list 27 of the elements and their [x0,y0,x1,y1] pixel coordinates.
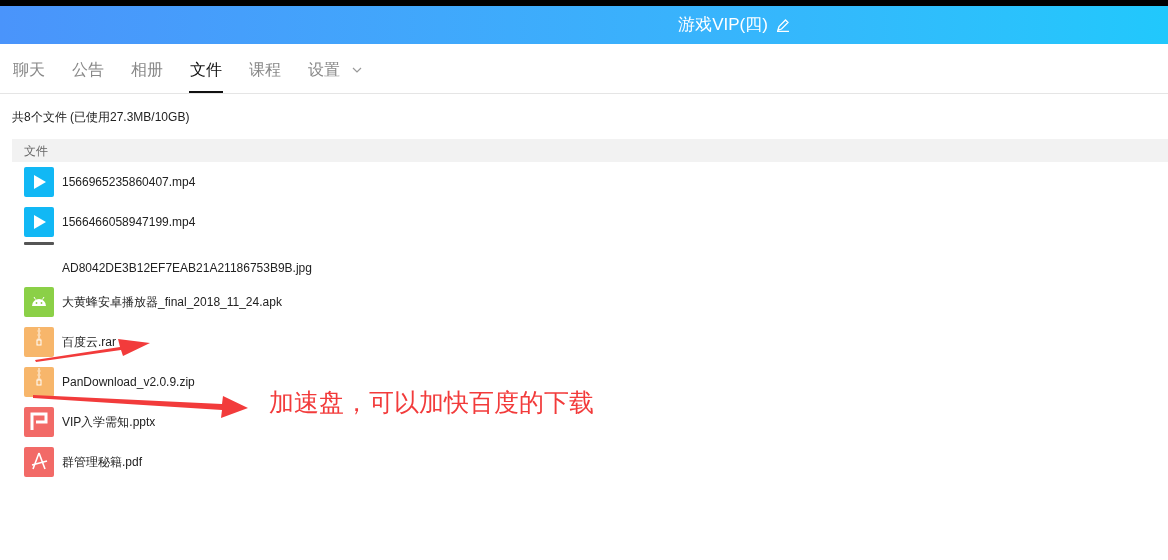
tab[interactable]: 设置 [307,49,363,93]
zip-icon [24,327,54,357]
file-name[interactable]: 大黄蜂安卓播放器_final_2018_11_24.apk [62,293,282,311]
column-header: 文件 [24,142,48,160]
tab[interactable]: 文件 [189,49,223,93]
annotation-text: 加速盘，可以加快百度的下载 [269,387,594,419]
file-summary: 共8个文件 (已使用27.3MB/10GB) [11,109,191,126]
tab[interactable]: 课程 [248,49,282,93]
file-name[interactable]: 群管理秘籍.pdf [62,453,142,471]
android-icon [24,287,54,317]
presentation-icon [24,407,54,437]
tab[interactable]: 公告 [71,49,105,93]
file-name[interactable]: AD8042DE3B12EF7EAB21A21186753B9B.jpg [62,259,312,277]
image-icon [24,242,54,245]
file-name[interactable]: 1566965235860407.mp4 [62,173,196,191]
pdf-icon [24,447,54,477]
file-name[interactable]: PanDownload_v2.0.9.zip [62,373,195,391]
play-icon [24,167,54,197]
play-icon [24,207,54,237]
zip-icon [24,367,54,397]
file-name[interactable]: VIP入学需知.pptx [62,413,156,431]
tab[interactable]: 相册 [130,49,164,93]
tab[interactable]: 聊天 [12,49,46,93]
edit-icon[interactable] [775,18,790,32]
file-name[interactable]: 百度云.rar [62,333,116,351]
window-title: 游戏VIP(四) [678,14,768,37]
file-name[interactable]: 1566466058947199.mp4 [62,213,196,231]
